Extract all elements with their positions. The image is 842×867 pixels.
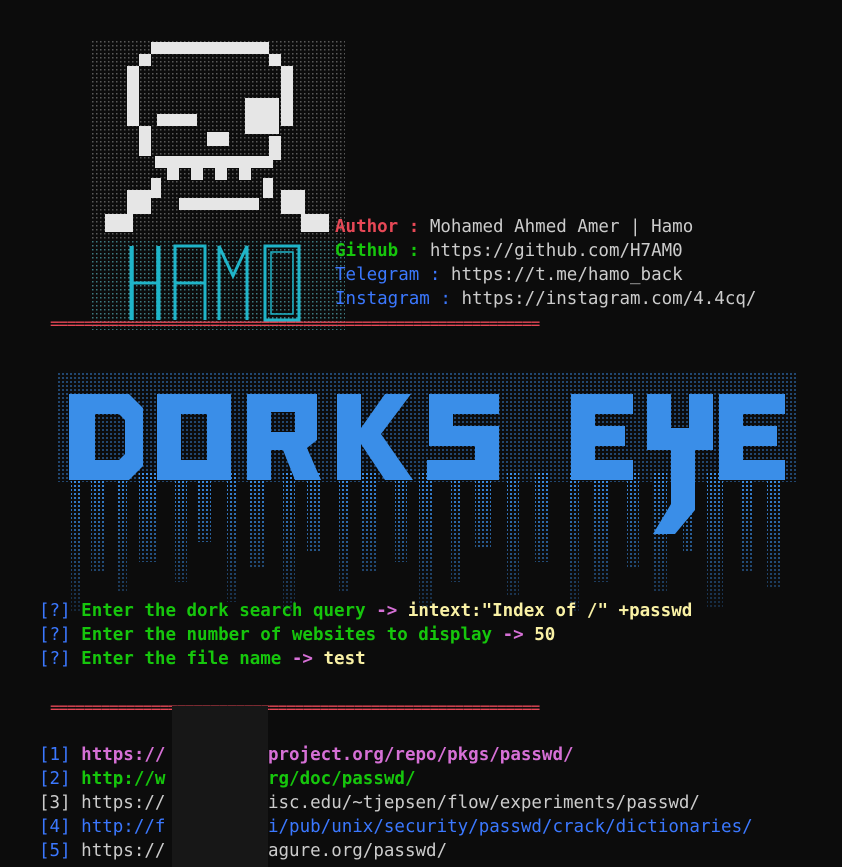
instagram-label: Instagram : — [335, 289, 462, 309]
result-url-end[interactable]: aproject.org/repo/pkgs/passwd/ — [257, 745, 573, 765]
result-url-start[interactable]: http://f — [81, 817, 165, 837]
prompt-marker: [?] — [39, 649, 71, 669]
telegram-link[interactable]: https://t.me/hamo_back — [451, 265, 683, 285]
prompt-arrow: -> — [291, 649, 313, 669]
separator-bottom: ========================================… — [50, 698, 540, 717]
prompt-count: [?] Enter the number of websites to disp… — [39, 623, 555, 647]
instagram-line: Instagram : https://instagram.com/4.4cq/ — [335, 287, 756, 311]
prompt-text: Enter the dork search query — [81, 601, 366, 621]
result-url-start[interactable]: https:// — [81, 841, 165, 861]
prompt-answer[interactable]: intext:"Index of /" +passwd — [408, 601, 692, 621]
result-url-start[interactable]: https:// — [81, 793, 165, 813]
author-label: Author : — [335, 217, 430, 237]
prompt-marker: [?] — [39, 601, 71, 621]
result-index: [3] — [39, 793, 71, 813]
separator-top: ========================================… — [50, 314, 540, 333]
prompt-text: Enter the file name — [81, 649, 282, 669]
result-index: [5] — [39, 841, 71, 861]
author-value: Mohamed Ahmed Amer | Hamo — [429, 217, 694, 237]
result-url-end[interactable]: org/doc/passwd/ — [257, 769, 415, 789]
result-url-start[interactable]: http://w — [81, 769, 165, 789]
result-url-end[interactable]: fi/pub/unix/security/passwd/crack/dictio… — [257, 817, 752, 837]
result-url-end[interactable]: pagure.org/passwd/ — [257, 841, 447, 861]
result-index: [4] — [39, 817, 71, 837]
dorks-eye-banner-icon — [57, 372, 798, 612]
result-url-start[interactable]: https:// — [81, 745, 165, 765]
result-url-end[interactable]: wisc.edu/~tjepsen/flow/experiments/passw… — [257, 793, 700, 813]
redaction-block — [172, 706, 268, 867]
result-row: [3] https:// wisc.edu/~tjepsen/flow/exper… — [39, 791, 700, 815]
banner — [36, 352, 798, 612]
prompt-filename: [?] Enter the file name -> test — [39, 647, 366, 671]
skull-logo-icon — [91, 40, 346, 330]
github-link[interactable]: https://github.com/H7AM0 — [430, 241, 683, 261]
result-row: [1] https:// aproject.org/repo/pkgs/passw… — [39, 743, 574, 767]
telegram-line: Telegram : https://t.me/hamo_back — [335, 263, 683, 287]
result-index: [1] — [39, 745, 71, 765]
prompt-text: Enter the number of websites to display — [81, 625, 493, 645]
prompt-answer[interactable]: 50 — [534, 625, 555, 645]
prompt-query: [?] Enter the dork search query -> intex… — [39, 599, 692, 623]
prompt-arrow: -> — [502, 625, 524, 645]
instagram-link[interactable]: https://instagram.com/4.4cq/ — [461, 289, 756, 309]
result-index: [2] — [39, 769, 71, 789]
prompt-answer[interactable]: test — [324, 649, 366, 669]
github-label: Github : — [335, 241, 430, 261]
prompt-arrow: -> — [376, 601, 398, 621]
result-row: [4] http://f fi/pub/unix/security/passwd/… — [39, 815, 753, 839]
author-line: Author : Mohamed Ahmed Amer | Hamo — [335, 215, 693, 239]
github-line: Github : https://github.com/H7AM0 — [335, 239, 683, 263]
prompt-marker: [?] — [39, 625, 71, 645]
logo — [70, 20, 346, 330]
telegram-label: Telegram : — [335, 265, 451, 285]
